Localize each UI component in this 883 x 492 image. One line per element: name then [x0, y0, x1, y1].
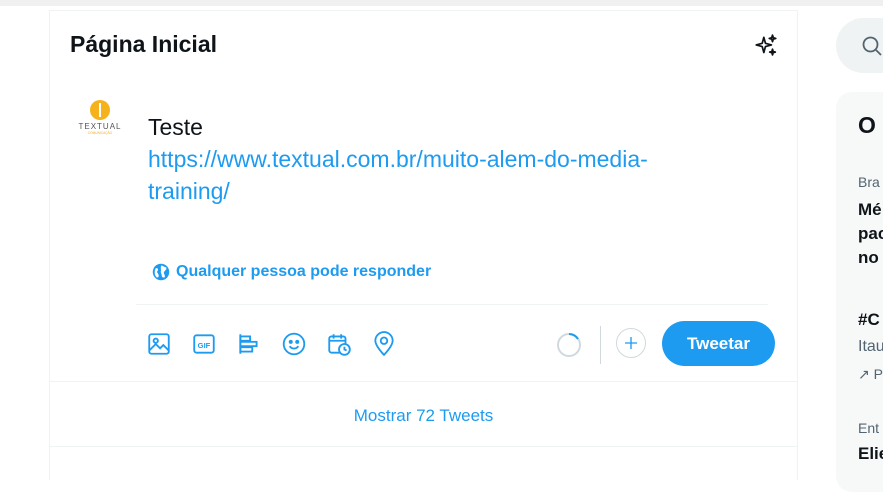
show-more-tweets-link[interactable]: Mostrar 72 Tweets [50, 406, 797, 426]
reply-setting-label: Qualquer pessoa pode responder [176, 263, 432, 280]
sparkle-icon[interactable] [753, 33, 779, 59]
tweet-button[interactable]: Tweetar [662, 321, 775, 366]
reply-setting-button[interactable]: Qualquer pessoa pode responder [152, 263, 431, 281]
trend-title-line[interactable]: Elie [858, 442, 883, 466]
composer-text: Teste [148, 114, 203, 140]
top-strip [0, 0, 883, 6]
page-title: Página Inicial [70, 31, 217, 57]
composer-link-line1: https://www.textual.com.br/muito-alem-do… [148, 146, 648, 172]
divider [136, 304, 768, 305]
svg-text:COMUNICAÇÃO: COMUNICAÇÃO [88, 130, 113, 135]
trends-title: O [858, 112, 876, 138]
search-input[interactable] [836, 18, 883, 73]
svg-text:GIF: GIF [198, 341, 211, 350]
gif-icon[interactable]: GIF [191, 331, 217, 357]
promoted-label: ↗ P [858, 366, 883, 382]
header: Página Inicial [50, 11, 797, 79]
globe-icon [152, 263, 170, 281]
search-icon [862, 36, 882, 56]
show-more-row: Mostrar 72 Tweets [50, 381, 797, 447]
composer-toolbar: GIF Tweetar [136, 321, 786, 366]
tweet-composer-input[interactable]: Teste https://www.textual.com.br/muito-a… [148, 111, 748, 207]
trend-sub: Itau [858, 338, 883, 355]
trend-title-line[interactable]: pac [858, 222, 883, 246]
emoji-icon[interactable] [281, 331, 307, 357]
toolbar-separator [600, 326, 601, 364]
schedule-icon[interactable] [326, 331, 352, 357]
trend-category: Ent [858, 420, 880, 436]
avatar[interactable]: TEXTUAL COMUNICAÇÃO [76, 97, 124, 145]
character-counter [556, 332, 582, 358]
poll-icon[interactable] [236, 331, 262, 357]
trend-hashtag[interactable]: #C [858, 308, 880, 332]
composer-link-line2: training/ [148, 178, 230, 204]
main-column: Página Inicial TEXTUAL COMUNICAÇÃO Teste… [49, 10, 798, 480]
plus-icon [625, 337, 637, 349]
trend-category: Bra [858, 174, 880, 190]
location-icon[interactable] [371, 331, 397, 357]
trend-title-line[interactable]: no [858, 246, 879, 270]
trend-title-line[interactable]: Mé [858, 198, 882, 222]
trends-panel: O Bra Mé pac no #C Itau ↗ P Ent Elie [836, 92, 883, 492]
image-icon[interactable] [146, 331, 172, 357]
add-tweet-button[interactable] [616, 328, 646, 358]
svg-text:TEXTUAL: TEXTUAL [78, 122, 121, 131]
